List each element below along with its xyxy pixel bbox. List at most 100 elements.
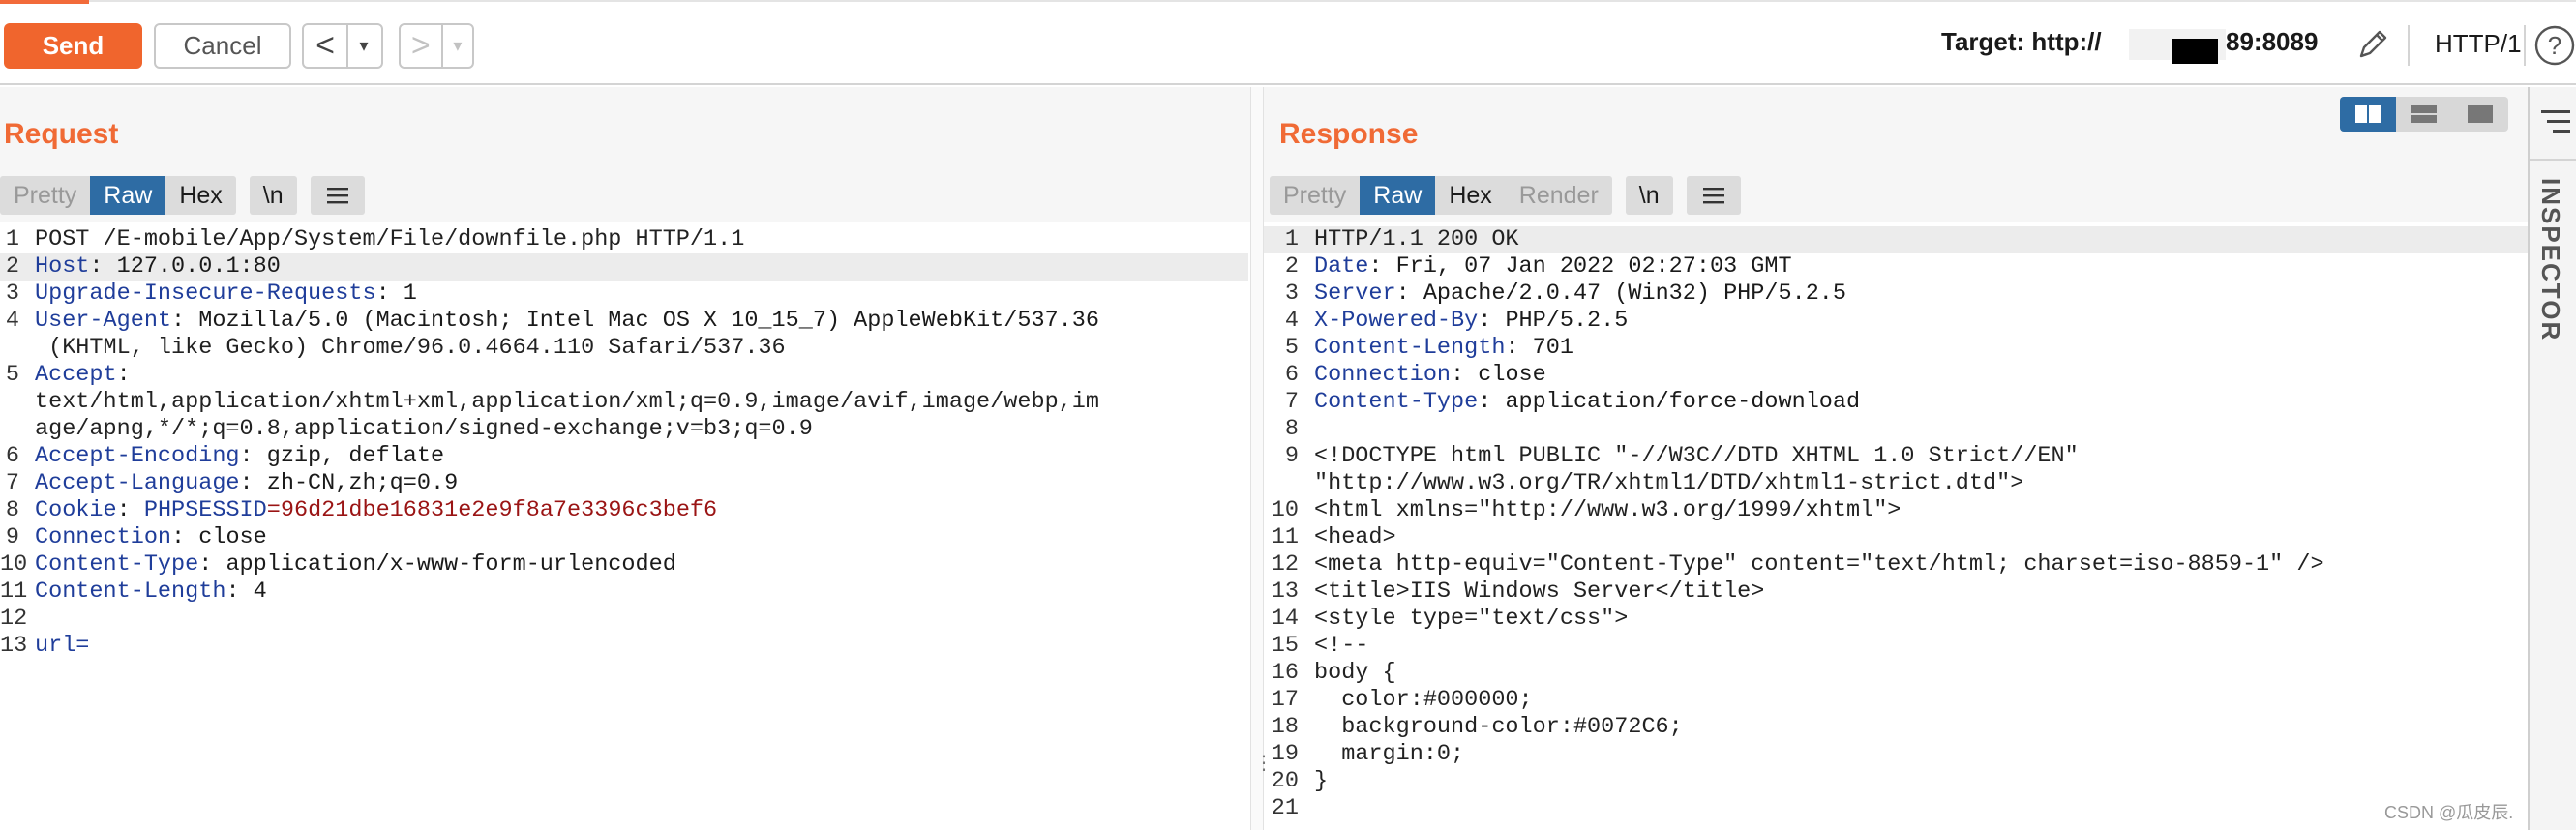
header-name: Server <box>1314 281 1396 307</box>
response-line[interactable]: 2 Date: Fri, 07 Jan 2022 02:27:03 GMT <box>1264 253 2528 281</box>
request-menu-button[interactable] <box>310 176 365 215</box>
response-line[interactable]: 13 <title>IIS Windows Server</title> <box>1264 578 2528 606</box>
request-title: Request <box>4 118 119 150</box>
response-line[interactable]: 1 HTTP/1.1 200 OK <box>1264 226 2528 253</box>
response-newline-toggle[interactable]: \n <box>1625 176 1673 215</box>
header-name: Host <box>35 253 90 280</box>
line-number: 14 <box>1271 606 1299 632</box>
request-tab-raw[interactable]: Raw <box>90 176 166 215</box>
response-line[interactable]: 15 <!-- <box>1264 633 2528 660</box>
response-line[interactable]: 20} <box>1264 768 2528 795</box>
response-view-tabs: Pretty Raw Hex Render <box>1270 176 1612 215</box>
layout-tabs-button[interactable] <box>2452 97 2508 132</box>
request-line[interactable]: 4 User-Agent: Mozilla/5.0 (Macintosh; Int… <box>0 308 1248 335</box>
response-line[interactable]: 4 X-Powered-By: PHP/5.2.5 <box>1264 308 2528 335</box>
columns-icon <box>2355 105 2381 123</box>
request-line[interactable]: 5 Accept: <box>0 362 1248 389</box>
response-line[interactable]: 6 Connection: close <box>1264 362 2528 389</box>
pencil-icon[interactable] <box>2353 25 2392 64</box>
response-line[interactable]: 8 <box>1264 416 2528 443</box>
history-back-group[interactable]: < ▾ <box>302 23 383 69</box>
target-port: 89:8089 <box>2226 27 2319 56</box>
line-number: 12 <box>1271 551 1299 578</box>
header-name: Connection <box>1314 362 1452 388</box>
line-content: <!DOCTYPE html PUBLIC "-//W3C//DTD XHTML… <box>1314 443 2079 469</box>
inspector-tab[interactable]: INSPECTOR <box>2535 178 2565 341</box>
response-line[interactable]: 11 <head> <box>1264 524 2528 551</box>
response-line[interactable]: 19 margin:0; <box>1264 741 2528 768</box>
response-tab-render[interactable]: Render <box>1506 176 1612 215</box>
request-line[interactable]: 7 Accept-Language: zh-CN,zh;q=0.9 <box>0 470 1248 497</box>
response-line[interactable]: 7 Content-Type: application/force-downloa… <box>1264 389 2528 416</box>
request-line[interactable]: 3 Upgrade-Insecure-Requests: 1 <box>0 281 1248 308</box>
header-value: : <box>116 362 131 388</box>
response-line[interactable]: 10 <html xmlns="http://www.w3.org/1999/xh… <box>1264 497 2528 524</box>
line-content: body { <box>1314 660 1396 686</box>
request-editor[interactable]: 1 POST /E-mobile/App/System/File/downfile… <box>0 226 1248 830</box>
line-number: 5 <box>1284 335 1299 361</box>
request-line[interactable]: (KHTML, like Gecko) Chrome/96.0.4664.110… <box>0 335 1248 362</box>
request-line[interactable]: 2 Host: 127.0.0.1:80 <box>0 253 1248 281</box>
response-menu-button[interactable] <box>1686 176 1741 215</box>
request-line[interactable]: 1 POST /E-mobile/App/System/File/downfile… <box>0 226 1248 253</box>
line-content: url= <box>35 633 89 660</box>
response-tab-hex[interactable]: Hex <box>1435 176 1505 215</box>
request-line[interactable]: 12 <box>0 606 1248 633</box>
line-content: <meta http-equiv="Content-Type" content=… <box>1314 551 2324 578</box>
layout-stacked-button[interactable] <box>2396 97 2452 132</box>
back-dropdown-icon[interactable]: ▾ <box>346 25 379 67</box>
request-tab-hex[interactable]: Hex <box>165 176 235 215</box>
cancel-button[interactable]: Cancel <box>154 23 291 69</box>
layout-toggle <box>2340 97 2508 132</box>
response-line[interactable]: 12 <meta http-equiv="Content-Type" conten… <box>1264 551 2528 578</box>
help-icon[interactable]: ? <box>2533 24 2576 67</box>
line-content: color:#000000; <box>1314 687 1533 713</box>
line-content: POST /E-mobile/App/System/File/downfile.… <box>35 226 745 252</box>
hamburger-icon <box>1702 188 1724 204</box>
back-arrow-icon[interactable]: < <box>304 25 346 67</box>
request-line[interactable]: 6 Accept-Encoding: gzip, deflate <box>0 443 1248 470</box>
http-version-selector[interactable]: HTTP/1 <box>2435 29 2522 59</box>
request-line[interactable]: age/apng,*/*;q=0.8,application/signed-ex… <box>0 416 1248 443</box>
send-button[interactable]: Send <box>4 23 142 69</box>
line-content: Connection: close <box>35 524 267 551</box>
inspector-menu-icon[interactable] <box>2539 108 2572 135</box>
request-tab-pretty[interactable]: Pretty <box>0 176 90 215</box>
line-number: 9 <box>5 524 19 550</box>
inspector-divider <box>2530 159 2576 161</box>
request-line[interactable]: 8 Cookie: PHPSESSID=96d21dbe16831e2e9f8a7… <box>0 497 1248 524</box>
request-line[interactable]: 10 Content-Type: application/x-www-form-u… <box>0 551 1248 578</box>
forward-arrow-icon[interactable]: > <box>401 25 441 67</box>
panel-splitter[interactable] <box>1250 87 1264 830</box>
request-line[interactable]: 11 Content-Length: 4 <box>0 578 1248 606</box>
line-number: 11 <box>0 578 28 605</box>
response-line[interactable]: 3 Server: Apache/2.0.47 (Win32) PHP/5.2.5 <box>1264 281 2528 308</box>
response-line[interactable]: 16 body { <box>1264 660 2528 687</box>
response-line[interactable]: 5 Content-Length: 701 <box>1264 335 2528 362</box>
response-line[interactable]: "http://www.w3.org/TR/xhtml1/DTD/xhtml1-… <box>1264 470 2528 497</box>
header-name: Accept-Language <box>35 470 240 496</box>
header-name: Accept <box>35 362 117 388</box>
response-line[interactable]: 17 color:#000000; <box>1264 687 2528 714</box>
line-number: 13 <box>0 633 28 659</box>
line-number: 12 <box>0 606 28 632</box>
response-line[interactable]: 14 <style type="text/css"> <box>1264 606 2528 633</box>
forward-dropdown-icon[interactable]: ▾ <box>440 25 472 67</box>
history-forward-group[interactable]: > ▾ <box>399 23 474 69</box>
header-name: Content-Length <box>1314 335 1506 361</box>
layout-side-by-side-button[interactable] <box>2340 97 2396 132</box>
request-line[interactable]: 13 url= <box>0 633 1248 660</box>
request-line[interactable]: 9 Connection: close <box>0 524 1248 551</box>
response-line[interactable]: 9 <!DOCTYPE html PUBLIC "-//W3C//DTD XHTM… <box>1264 443 2528 470</box>
response-tab-raw[interactable]: Raw <box>1360 176 1436 215</box>
response-editor[interactable]: 1 HTTP/1.1 200 OK 2 Date: Fri, 07 Jan 2022 … <box>1264 226 2528 830</box>
response-line[interactable]: 21 <box>1264 795 2528 822</box>
header-name: Content-Type <box>35 551 199 578</box>
line-content: text/html,application/xhtml+xml,applicat… <box>35 389 1099 415</box>
request-line[interactable]: text/html,application/xhtml+xml,applicat… <box>0 389 1248 416</box>
response-tab-pretty[interactable]: Pretty <box>1270 176 1360 215</box>
line-content: (KHTML, like Gecko) Chrome/96.0.4664.110… <box>35 335 786 361</box>
response-line[interactable]: 18 background-color:#0072C6; <box>1264 714 2528 741</box>
line-content: Upgrade-Insecure-Requests: 1 <box>35 281 417 308</box>
request-newline-toggle[interactable]: \n <box>249 176 297 215</box>
